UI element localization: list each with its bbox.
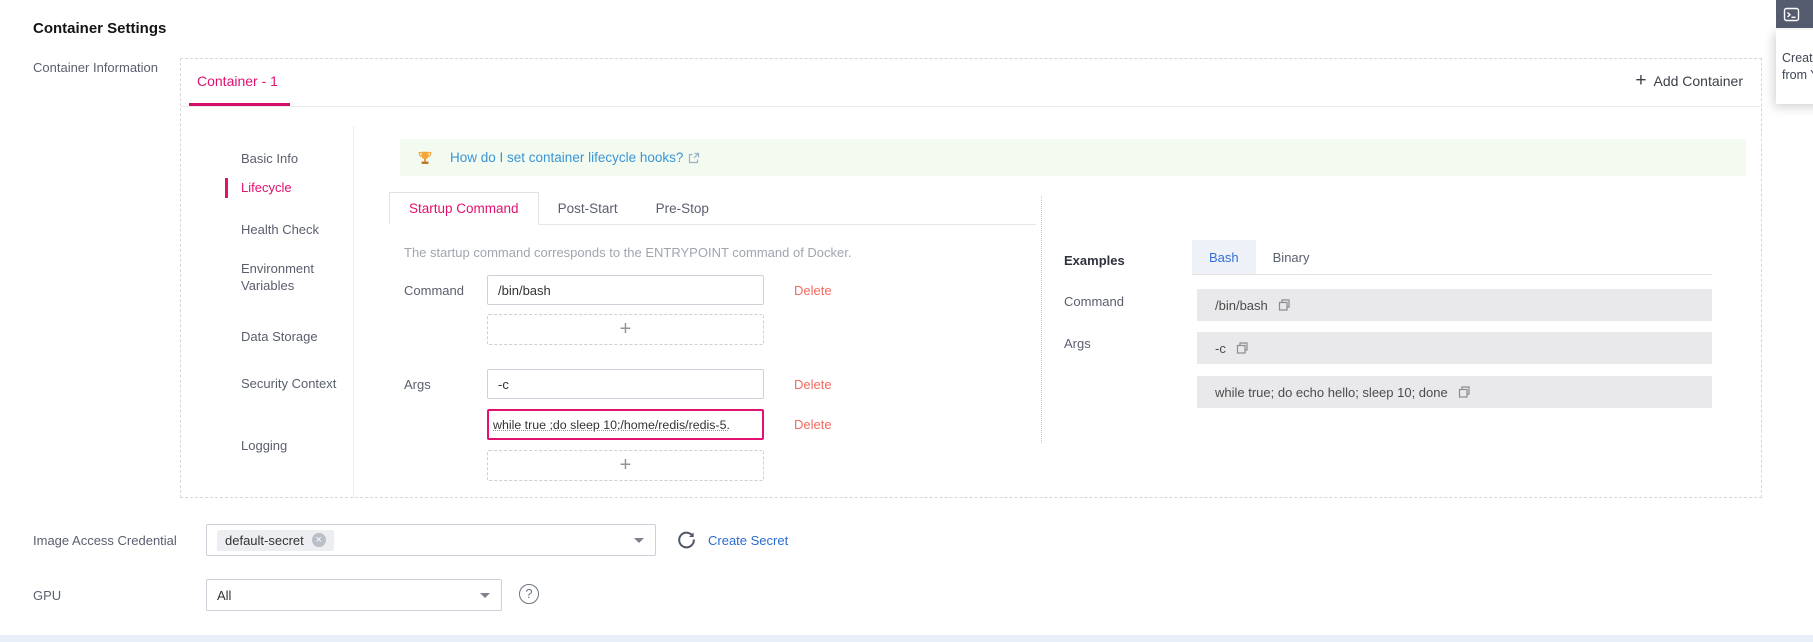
add-container-button[interactable]: + Add Container (1635, 71, 1743, 90)
tab-pre-stop[interactable]: Pre-Stop (637, 192, 728, 224)
gpu-select[interactable]: All (206, 579, 502, 611)
selected-secret-value: default-secret (225, 533, 304, 548)
copy-icon[interactable] (1235, 341, 1249, 355)
chevron-down-icon (480, 593, 490, 598)
create-secret-link[interactable]: Create Secret (708, 533, 788, 548)
tab-container-1[interactable]: Container - 1 (197, 73, 278, 89)
sidebar-item-lifecycle[interactable]: Lifecycle (241, 179, 353, 196)
examples-command-label: Command (1064, 294, 1124, 309)
copy-icon[interactable] (1277, 298, 1291, 312)
gpu-selected-value: All (217, 588, 231, 603)
clear-icon[interactable]: × (312, 533, 326, 547)
image-access-credential-select[interactable]: default-secret × (206, 524, 656, 556)
examples-divider (1041, 196, 1042, 443)
tab-startup-command[interactable]: Startup Command (389, 192, 539, 225)
refresh-icon[interactable] (676, 529, 697, 550)
sidebar-item-security-context[interactable]: Security Context (241, 375, 353, 392)
next-section-divider (0, 635, 1813, 642)
tab-binary[interactable]: Binary (1256, 240, 1327, 274)
sidebar-item-logging[interactable]: Logging (241, 437, 353, 454)
examples-title: Examples (1064, 253, 1125, 268)
plus-icon: + (1635, 71, 1646, 90)
copy-icon[interactable] (1457, 385, 1471, 399)
selected-secret-chip: default-secret × (217, 530, 334, 551)
sidebar-item-environment-variables[interactable]: Environment Variables (241, 260, 353, 294)
add-container-label: Add Container (1653, 73, 1743, 89)
create-from-yaml-button[interactable]: Create from YAML (1776, 30, 1813, 104)
lifecycle-tabs: Startup Command Post-Start Pre-Stop (389, 192, 1036, 225)
sidebar-item-health-check[interactable]: Health Check (241, 221, 353, 238)
lifecycle-help-link[interactable]: How do I set container lifecycle hooks? (450, 150, 683, 165)
active-tab-underline (189, 103, 290, 106)
terminal-icon (1783, 6, 1800, 23)
args-label: Args (404, 377, 431, 392)
example-arg-row-1: -c (1197, 332, 1712, 364)
example-arg-row-2: while true; do echo hello; sleep 10; don… (1197, 376, 1712, 408)
plus-icon: + (620, 318, 632, 341)
arg-input-1[interactable] (487, 369, 764, 399)
example-arg-1-value: -c (1215, 341, 1226, 356)
trophy-icon (416, 149, 434, 167)
arg-input-2-focused[interactable] (487, 409, 764, 440)
sidebar-divider (353, 126, 354, 498)
gpu-label: GPU (33, 588, 61, 603)
add-command-button[interactable]: + (487, 314, 764, 345)
example-arg-2-value: while true; do echo hello; sleep 10; don… (1215, 385, 1448, 400)
delete-command-link[interactable]: Delete (794, 283, 832, 298)
command-label: Command (404, 283, 464, 298)
image-access-credential-label: Image Access Credential (33, 533, 177, 548)
container-tabstrip-divider (181, 106, 1761, 107)
add-arg-button[interactable]: + (487, 450, 764, 481)
container-panel: Container - 1 + Add Container Basic Info… (180, 58, 1762, 498)
delete-arg-1-link[interactable]: Delete (794, 377, 832, 392)
lifecycle-help-banner: How do I set container lifecycle hooks? (400, 139, 1746, 176)
external-link-icon (688, 152, 700, 164)
examples-tabs: Bash Binary (1192, 240, 1712, 275)
startup-command-description: The startup command corresponds to the E… (404, 245, 851, 260)
delete-arg-2-link[interactable]: Delete (794, 417, 832, 432)
examples-args-label: Args (1064, 336, 1091, 351)
create-from-yaml-label: Create from YAML (1776, 50, 1813, 84)
container-settings-page: Container Settings Container Information… (0, 0, 1813, 642)
chevron-down-icon (634, 538, 644, 543)
tab-bash[interactable]: Bash (1192, 240, 1256, 274)
container-information-label: Container Information (33, 60, 158, 75)
page-title: Container Settings (33, 20, 166, 37)
command-input[interactable] (487, 275, 764, 305)
create-from-yaml-header[interactable] (1776, 0, 1813, 28)
example-command-row: /bin/bash (1197, 289, 1712, 321)
sidebar-item-basic-info[interactable]: Basic Info (241, 150, 353, 167)
sidebar-item-data-storage[interactable]: Data Storage (241, 328, 353, 345)
example-command-value: /bin/bash (1215, 298, 1268, 313)
plus-icon: + (620, 454, 632, 477)
help-icon[interactable]: ? (519, 584, 539, 604)
tab-post-start[interactable]: Post-Start (539, 192, 637, 224)
